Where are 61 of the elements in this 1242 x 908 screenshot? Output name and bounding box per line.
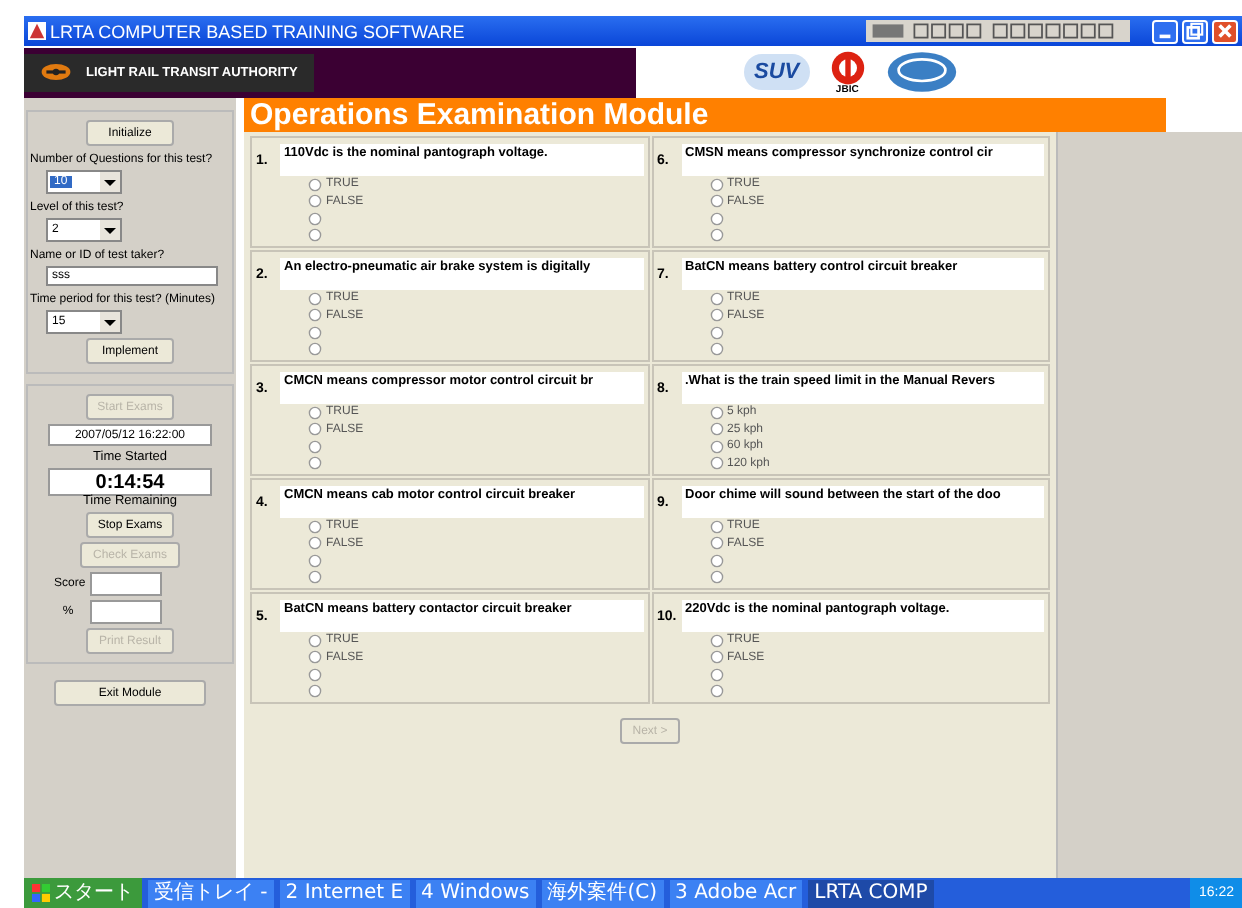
radio-button[interactable] [709,405,723,420]
close-button[interactable] [1212,19,1238,43]
radio-button[interactable] [308,211,322,226]
radio-button[interactable] [308,633,322,648]
start-button[interactable]: スタート [24,878,142,908]
radio-button[interactable] [709,650,723,665]
radio-button[interactable] [709,439,723,454]
radio-button[interactable] [308,194,322,209]
radio-button[interactable] [709,684,723,699]
radio-button[interactable] [709,553,723,568]
radio-button[interactable] [709,519,723,534]
radio-button[interactable] [308,650,322,665]
radio-button[interactable] [308,422,322,437]
taskbar-button[interactable]: LRTA COMP [808,879,934,907]
radio-button[interactable] [709,177,723,192]
minimize-button[interactable] [1152,19,1178,43]
radio-button[interactable] [308,553,322,568]
radio-button[interactable] [709,308,723,323]
app-icon [28,22,46,40]
radio-button[interactable] [308,308,322,323]
close-icon [1216,22,1234,40]
taskbar-button[interactable]: 海外案件(C) [541,879,664,907]
taskbar-button[interactable]: 4 Windows [415,879,536,907]
taskbar-button[interactable]: 受信トレイ - [148,879,274,907]
radio-button[interactable] [308,405,322,420]
radio-button[interactable] [308,684,322,699]
radio-button[interactable] [308,667,322,682]
radio-button[interactable] [709,228,723,243]
time-remaining-field: 0:14:54 [48,468,212,496]
radio-button[interactable] [709,325,723,340]
radio-button[interactable] [709,633,723,648]
taskbar-button[interactable]: 3 Adobe Acr [669,879,803,907]
radio-button[interactable] [709,456,723,471]
module-title: Operations Examination Module [244,98,1166,132]
windows-logo-icon [32,884,50,902]
logo: SUV [744,54,810,90]
score-field [90,572,162,596]
logo-icon [40,62,72,82]
radio-button[interactable] [709,211,723,226]
radio-button[interactable] [709,422,723,437]
window-title: LRTA COMPUTER BASED TRAINING SOFTWARE [50,21,465,41]
radio-button[interactable] [308,342,322,357]
radio-button[interactable] [308,519,322,534]
radio-button[interactable] [308,456,322,471]
radio-button[interactable] [709,536,723,551]
radio-button[interactable] [308,228,322,243]
radio-button[interactable] [308,570,322,585]
radio-button[interactable] [709,291,723,306]
radio-button[interactable] [709,570,723,585]
radio-button[interactable] [308,177,322,192]
radio-button[interactable] [308,536,322,551]
radio-button[interactable] [709,342,723,357]
radio-button[interactable] [308,291,322,306]
radio-button[interactable] [709,194,723,209]
restore-button[interactable] [1182,19,1208,43]
radio-button[interactable] [308,325,322,340]
restore-icon [1186,22,1204,40]
percent-field [90,600,162,624]
radio-button[interactable] [709,667,723,682]
radio-button[interactable] [308,439,322,454]
taskbar-button[interactable]: 2 Internet E [279,879,410,907]
